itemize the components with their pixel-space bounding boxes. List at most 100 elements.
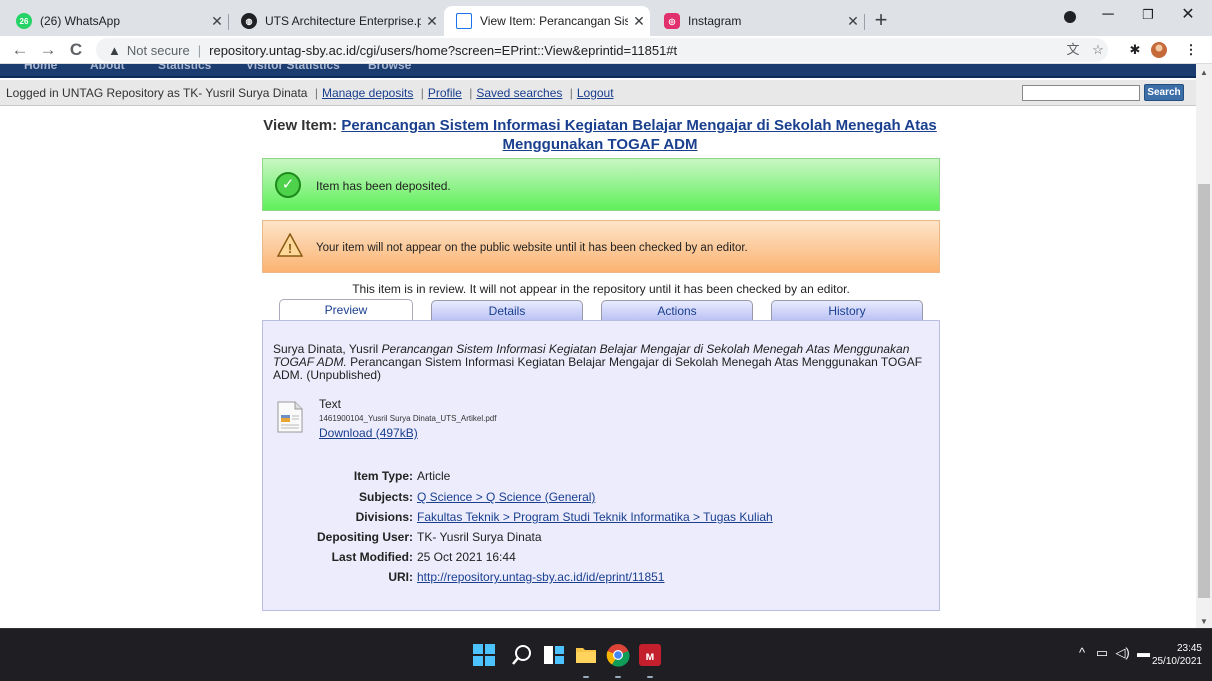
citation: Surya Dinata, Yusril Perancangan Sistem … (273, 343, 923, 382)
review-note: This item is in review. It will not appe… (352, 282, 850, 296)
citation-authors: Surya Dinata, Yusril (273, 342, 379, 356)
search-icon[interactable] (510, 643, 534, 667)
logout-link[interactable]: Logout (577, 86, 614, 100)
site-nav: Home About Statistics Visitor Statistics… (0, 64, 1196, 78)
metadata-key: Last Modified: (331, 550, 413, 564)
scrollbar-thumb[interactable] (1198, 184, 1210, 598)
nav-about[interactable]: About (90, 64, 125, 72)
back-arrow-icon[interactable]: ← (8, 38, 32, 62)
nav-browse[interactable]: Browse (368, 64, 411, 72)
preview-panel: Surya Dinata, Yusril Perancangan Sistem … (262, 320, 940, 611)
system-clock[interactable]: 23:45 25/10/2021 (1140, 642, 1202, 668)
document-filename: 1461900104_Yusril Surya Dinata_UTS_Artik… (319, 414, 497, 423)
search-button[interactable]: Search (1144, 84, 1184, 101)
close-icon[interactable]: ✕ (206, 13, 228, 30)
profile-dot-icon[interactable] (1064, 11, 1076, 23)
checkmark-icon: ✓ (275, 172, 301, 198)
volume-icon[interactable]: ◁) (1115, 645, 1129, 660)
restore-button[interactable]: ❐ (1128, 0, 1168, 30)
page-viewport: Home About Statistics Visitor Statistics… (0, 64, 1196, 628)
tab-actions[interactable]: Actions (601, 300, 753, 320)
clock-time: 23:45 (1176, 643, 1202, 654)
metadata-value: TK- Yusril Surya Dinata (417, 530, 542, 544)
instagram-icon: ◎ (664, 13, 680, 29)
extensions-puzzle-icon[interactable]: ✱ (1126, 41, 1144, 59)
close-window-button[interactable]: ✕ (1168, 0, 1208, 30)
profile-link[interactable]: Profile (428, 86, 462, 100)
new-tab-button[interactable]: + (868, 8, 894, 34)
menu-kebab-icon[interactable]: ⋮ (1182, 41, 1200, 59)
svg-text:!: ! (288, 241, 292, 256)
document-icon (456, 13, 472, 29)
text-document-icon[interactable] (277, 401, 303, 433)
subjects-link[interactable]: Q Science > Q Science (General) (413, 490, 595, 504)
close-icon[interactable]: ✕ (421, 13, 443, 30)
vertical-scrollbar[interactable]: ▲ ▼ (1196, 64, 1212, 628)
address-bar[interactable]: ▲ Not secure | repository.untag-sby.ac.i… (96, 38, 1108, 62)
globe-icon: ◍ (241, 13, 257, 29)
manage-deposits-link[interactable]: Manage deposits (322, 86, 413, 100)
mendeley-icon[interactable]: ᴍ (638, 643, 662, 667)
network-icon[interactable]: ▭ (1096, 645, 1108, 660)
nav-home[interactable]: Home (24, 64, 57, 72)
translate-icon[interactable]: 文 (1064, 41, 1082, 59)
scroll-down-icon[interactable]: ▼ (1200, 617, 1208, 626)
clock-date: 25/10/2021 (1151, 656, 1202, 667)
tab-history[interactable]: History (771, 300, 923, 320)
chrome-icon[interactable] (606, 643, 630, 667)
file-explorer-icon[interactable] (574, 643, 598, 667)
tab-view-item[interactable]: View Item: Perancangan Sistem In ✕ (444, 6, 650, 36)
uri-link[interactable]: http://repository.untag-sby.ac.id/id/epr… (413, 570, 664, 584)
chevron-up-icon[interactable]: ^ (1079, 645, 1085, 660)
tab-instagram[interactable]: ◎ Instagram ✕ (652, 6, 864, 36)
success-text: Item has been deposited. (316, 179, 451, 193)
metadata-key: Subjects: (358, 490, 413, 504)
url-text[interactable]: repository.untag-sby.ac.id/cgi/users/hom… (209, 43, 677, 58)
forward-arrow-icon[interactable]: → (36, 38, 60, 62)
warning-icon: ! (277, 233, 303, 257)
browser-toolbar: ← → C ▲ Not secure | repository.untag-sb… (0, 36, 1212, 64)
close-icon[interactable]: ✕ (842, 13, 864, 30)
tab-pdf[interactable]: ◍ UTS Architecture Enterprise.pdf ✕ (229, 6, 443, 36)
login-status: Logged in UNTAG Repository as TK- Yusril… (6, 86, 308, 100)
metadata-value: Article (417, 469, 451, 483)
warning-triangle-icon[interactable]: ▲ (108, 43, 121, 58)
download-link[interactable]: Download (497kB) (319, 426, 418, 440)
warning-message: ! Your item will not appear on the publi… (262, 220, 940, 273)
windows-start-icon[interactable] (472, 643, 496, 667)
document-format: Text (319, 397, 342, 411)
divisions-link[interactable]: Fakultas Teknik > Program Studi Teknik I… (413, 510, 773, 524)
success-message: ✓ Item has been deposited. (262, 158, 940, 211)
metadata-value: 25 Oct 2021 16:44 (417, 550, 516, 564)
tab-whatsapp[interactable]: 26 (26) WhatsApp ✕ (4, 6, 228, 36)
nav-visitor-statistics[interactable]: Visitor Statistics (246, 64, 340, 72)
taskbar: ᴍ ^ ▭ ◁) ▬ 23:45 25/10/2021 (0, 628, 1212, 681)
tab-title: (26) WhatsApp (40, 14, 121, 28)
login-bar: Logged in UNTAG Repository as TK- Yusril… (0, 80, 1196, 106)
avatar[interactable] (1150, 41, 1168, 59)
metadata-key: Divisions: (355, 510, 413, 524)
whatsapp-icon: 26 (16, 13, 32, 29)
item-title-link[interactable]: Perancangan Sistem Informasi Kegiatan Be… (341, 117, 936, 153)
browser-tab-strip: 26 (26) WhatsApp ✕ ◍ UTS Architecture En… (0, 0, 1212, 36)
warning-text: Your item will not appear on the public … (316, 242, 748, 254)
minimize-button[interactable]: ─ (1088, 0, 1128, 30)
tab-title: UTS Architecture Enterprise.pdf (265, 14, 421, 28)
nav-statistics[interactable]: Statistics (158, 64, 211, 72)
tab-title: View Item: Perancangan Sistem In (480, 14, 628, 28)
citation-rest: Perancangan Sistem Informasi Kegiatan Be… (273, 355, 923, 382)
search-input[interactable] (1022, 85, 1140, 101)
scroll-up-icon[interactable]: ▲ (1200, 68, 1208, 77)
metadata-key: Depositing User: (316, 530, 413, 544)
bookmark-star-icon[interactable]: ☆ (1089, 41, 1107, 59)
svg-text:ᴍ: ᴍ (646, 649, 655, 663)
task-view-icon[interactable] (542, 643, 566, 667)
metadata-key: Item Type: (353, 469, 413, 483)
tab-preview[interactable]: Preview (279, 299, 413, 321)
security-label[interactable]: Not secure (127, 43, 190, 58)
tab-details[interactable]: Details (431, 300, 583, 320)
reload-icon[interactable]: C (64, 38, 88, 62)
tab-title: Instagram (688, 14, 742, 28)
saved-searches-link[interactable]: Saved searches (476, 86, 562, 100)
close-icon[interactable]: ✕ (628, 13, 650, 30)
